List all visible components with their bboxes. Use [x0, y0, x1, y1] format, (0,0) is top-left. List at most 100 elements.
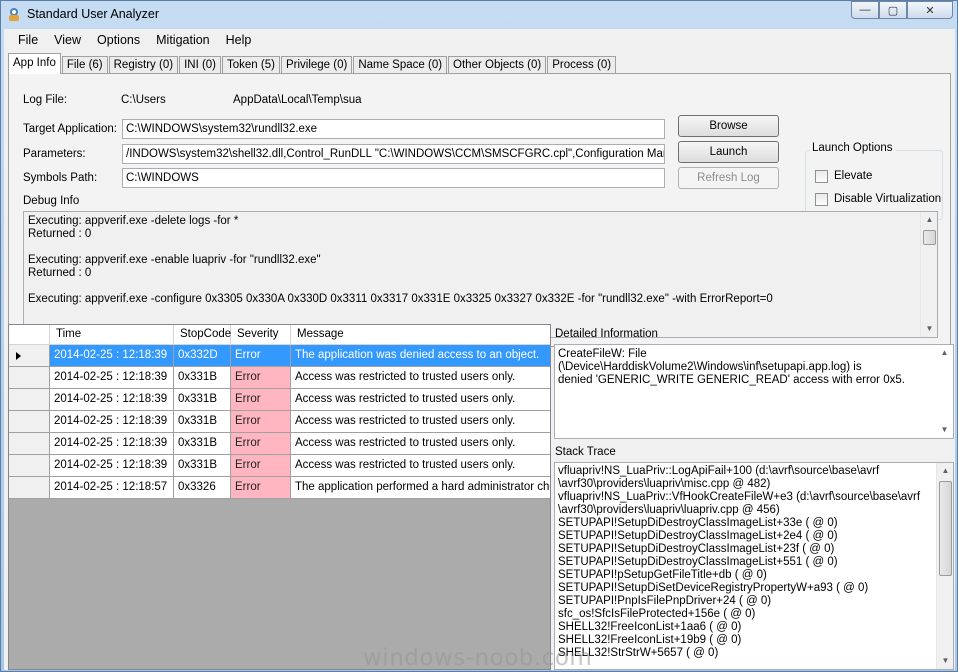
tab-name-space[interactable]: Name Space (0) — [353, 56, 448, 74]
menu-file[interactable]: File — [4, 29, 46, 51]
menu-view[interactable]: View — [46, 29, 89, 51]
cell-severity[interactable]: Error — [231, 411, 291, 433]
tab-other-objects[interactable]: Other Objects (0) — [448, 56, 547, 74]
app-logo-icon — [9, 8, 19, 21]
cell-time[interactable]: 2014-02-25 : 12:18:39 — [50, 411, 174, 433]
stack-trace-textbox[interactable]: vfluapriv!NS_LuaPriv::LogApiFail+100 (d:… — [554, 462, 954, 670]
cell-stopcode[interactable]: 0x331B — [174, 411, 231, 433]
tab-app-info[interactable]: App Info — [8, 53, 61, 74]
row-header-corner — [9, 325, 50, 345]
stack-scrollbar[interactable]: ▲ ▼ — [936, 463, 953, 669]
debug-info-textbox[interactable]: Executing: appverif.exe -delete logs -fo… — [23, 211, 938, 338]
cell-message[interactable]: The application was denied access to an … — [291, 345, 550, 367]
column-severity[interactable]: Severity — [231, 325, 291, 345]
table-row[interactable]: 2014-02-25 : 12:18:39 0x331B Error Access w… — [9, 389, 550, 411]
menu-mitigation[interactable]: Mitigation — [148, 29, 218, 51]
scroll-down-icon[interactable]: ▼ — [921, 321, 937, 337]
tab-privilege[interactable]: Privilege (0) — [280, 56, 353, 74]
cell-severity[interactable]: Error — [231, 345, 291, 367]
row-header[interactable] — [9, 345, 50, 367]
minimize-button[interactable]: — — [851, 1, 879, 19]
cell-severity[interactable]: Error — [231, 389, 291, 411]
client-area: File View Options Mitigation Help App In… — [4, 29, 955, 670]
tab-file[interactable]: File (6) — [61, 56, 108, 74]
cell-stopcode[interactable]: 0x331B — [174, 433, 231, 455]
target-application-label: Target Application: — [23, 123, 117, 135]
cell-message[interactable]: Access was restricted to trusted users o… — [291, 411, 550, 433]
detail-scrollbar[interactable]: ▲ ▼ — [936, 345, 953, 438]
cell-stopcode[interactable]: 0x3326 — [174, 477, 231, 499]
tab-registry[interactable]: Registry (0) — [108, 56, 179, 74]
stack-line: SHELL32!FreeIconList+1aa6 ( @ 0) — [558, 621, 742, 633]
detail-content: CreateFileW: File (\Device\HarddiskVolum… — [555, 345, 953, 387]
table-row[interactable]: 2014-02-25 : 12:18:39 0x331B Error Access w… — [9, 433, 550, 455]
parameters-input[interactable]: /INDOWS\system32\shell32.dll,Control_Run… — [122, 144, 665, 164]
table-row[interactable]: 2014-02-25 : 12:18:39 0x332D Error The appl… — [9, 345, 550, 367]
watermark-text: windows-noob.com — [363, 645, 593, 671]
launch-button[interactable]: Launch — [678, 141, 779, 163]
scroll-up-icon[interactable]: ▲ — [921, 212, 937, 228]
cell-time[interactable]: 2014-02-25 : 12:18:39 — [50, 433, 174, 455]
cell-stopcode[interactable]: 0x331B — [174, 389, 231, 411]
title-bar[interactable]: Standard User Analyzer — ▢ ✕ — [1, 1, 958, 29]
column-stopcode[interactable]: StopCode — [174, 325, 231, 345]
cell-severity[interactable]: Error — [231, 433, 291, 455]
scroll-down-icon[interactable]: ▼ — [936, 422, 953, 438]
menu-help[interactable]: Help — [218, 29, 260, 51]
cell-time[interactable]: 2014-02-25 : 12:18:39 — [50, 455, 174, 477]
scroll-down-icon[interactable]: ▼ — [937, 653, 953, 669]
row-header[interactable] — [9, 477, 50, 499]
table-row[interactable]: 2014-02-25 : 12:18:39 0x331B Error Access w… — [9, 367, 550, 389]
maximize-button[interactable]: ▢ — [879, 1, 907, 19]
debug-line: Executing: appverif.exe -configure 0x330… — [28, 293, 773, 305]
cell-time[interactable]: 2014-02-25 : 12:18:39 — [50, 389, 174, 411]
row-header[interactable] — [9, 389, 50, 411]
tab-token[interactable]: Token (5) — [222, 56, 280, 74]
scroll-up-icon[interactable]: ▲ — [936, 345, 953, 361]
stack-line: vfluapriv!NS_LuaPriv::LogApiFail+100 (d:… — [558, 465, 880, 477]
cell-stopcode[interactable]: 0x331B — [174, 367, 231, 389]
symbols-path-input[interactable]: C:\WINDOWS — [122, 168, 665, 188]
cell-message[interactable]: Access was restricted to trusted users o… — [291, 455, 550, 477]
target-application-input[interactable]: C:\WINDOWS\system32\rundll32.exe — [122, 119, 665, 139]
cell-time[interactable]: 2014-02-25 : 12:18:57 — [50, 477, 174, 499]
menu-options[interactable]: Options — [89, 29, 148, 51]
row-header[interactable] — [9, 455, 50, 477]
cell-stopcode[interactable]: 0x332D — [174, 345, 231, 367]
column-message[interactable]: Message — [291, 325, 550, 345]
results-grid: Time StopCode Severity Message 2014-02-2… — [8, 324, 551, 670]
row-header[interactable] — [9, 433, 50, 455]
scroll-thumb[interactable] — [923, 230, 936, 245]
elevate-checkbox[interactable] — [815, 170, 828, 183]
table-row[interactable]: 2014-02-25 : 12:18:57 0x3326 Error The appl… — [9, 477, 550, 499]
cell-message[interactable]: Access was restricted to trusted users o… — [291, 433, 550, 455]
debug-line: Executing: appverif.exe -enable luapriv … — [28, 254, 321, 266]
column-time[interactable]: Time — [50, 325, 174, 345]
tab-ini[interactable]: INI (0) — [179, 56, 222, 74]
detailed-information-textbox[interactable]: CreateFileW: File (\Device\HarddiskVolum… — [554, 344, 954, 439]
cell-message[interactable]: Access was restricted to trusted users o… — [291, 389, 550, 411]
cell-stopcode[interactable]: 0x331B — [174, 455, 231, 477]
cell-severity[interactable]: Error — [231, 367, 291, 389]
close-button[interactable]: ✕ — [907, 1, 953, 19]
cell-message[interactable]: Access was restricted to trusted users o… — [291, 367, 550, 389]
refresh-log-button[interactable]: Refresh Log — [678, 167, 779, 189]
scroll-thumb[interactable] — [939, 481, 952, 576]
cell-severity[interactable]: Error — [231, 477, 291, 499]
row-header[interactable] — [9, 367, 50, 389]
scroll-up-icon[interactable]: ▲ — [937, 463, 953, 479]
disable-virtualization-checkbox[interactable] — [815, 193, 828, 206]
cell-time[interactable]: 2014-02-25 : 12:18:39 — [50, 345, 174, 367]
row-header[interactable] — [9, 411, 50, 433]
cell-time[interactable]: 2014-02-25 : 12:18:39 — [50, 367, 174, 389]
debug-scrollbar[interactable]: ▲ ▼ — [920, 212, 937, 337]
table-row[interactable]: 2014-02-25 : 12:18:39 0x331B Error Access w… — [9, 455, 550, 477]
browse-button[interactable]: Browse — [678, 115, 779, 137]
disable-virtualization-label: Disable Virtualization — [834, 193, 942, 205]
cell-severity[interactable]: Error — [231, 455, 291, 477]
launch-options-title: Launch Options — [810, 142, 895, 154]
tab-process[interactable]: Process (0) — [547, 56, 617, 74]
table-row[interactable]: 2014-02-25 : 12:18:39 0x331B Error Access w… — [9, 411, 550, 433]
detail-line: denied 'GENERIC_WRITE GENERIC_READ' acce… — [558, 374, 905, 386]
cell-message[interactable]: The application performed a hard adminis… — [291, 477, 550, 499]
